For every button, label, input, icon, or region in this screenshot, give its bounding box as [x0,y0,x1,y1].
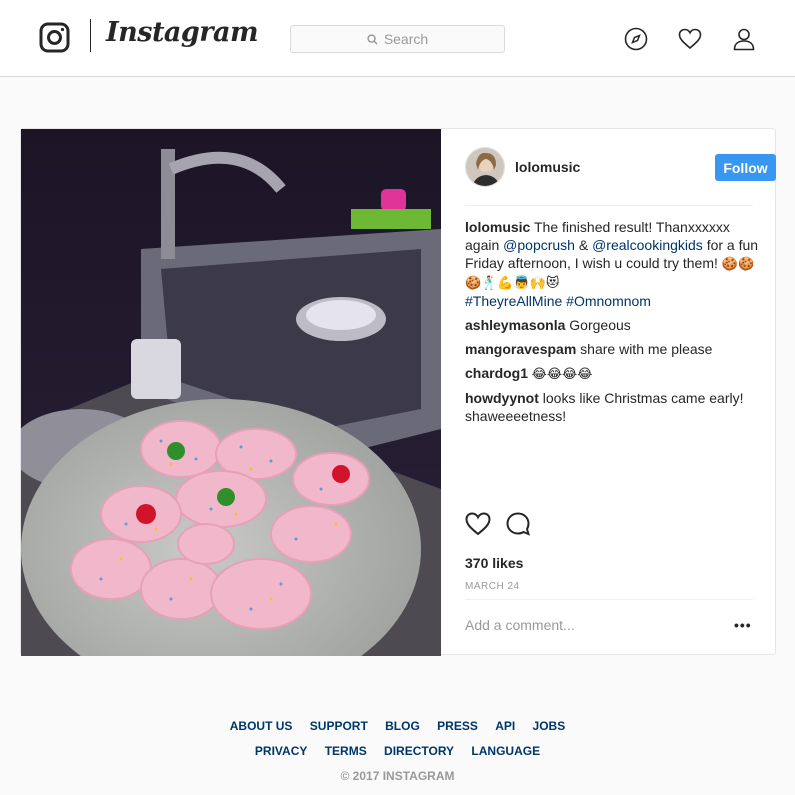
footer-link-language[interactable]: LANGUAGE [471,744,540,758]
comment-username[interactable]: howdyynot [465,390,539,406]
like-heart-icon[interactable] [465,511,491,537]
mention-link[interactable]: @realcookingkids [592,237,703,253]
footer-links-row-2: PRIVACY TERMS DIRECTORY LANGUAGE [0,744,795,758]
post-photo[interactable] [21,129,441,656]
post-header: lolomusic Follow [465,147,776,187]
profile-icon[interactable] [732,27,756,51]
search-placeholder: Search [383,31,429,47]
comment-text: 😂😂😂😂 [528,366,593,381]
add-comment-input[interactable]: Add a comment... [465,617,575,633]
comment-username[interactable]: ashleymasonla [465,317,565,333]
comment-username[interactable]: chardog1 [465,365,528,381]
post-date[interactable]: MARCH 24 [465,581,520,592]
footer-link-api[interactable]: API [495,719,515,733]
footer-link-blog[interactable]: BLOG [385,719,420,733]
comment-username[interactable]: mangoravespam [465,341,576,357]
follow-button[interactable]: Follow [715,154,776,181]
top-navigation-bar: Instagram Search [0,0,795,77]
post-card: lolomusic Follow lolomusic The finished … [20,128,777,656]
hashtag-link[interactable]: #Omnomnom [566,293,651,309]
logo-divider [90,19,91,52]
compass-icon[interactable] [624,27,648,51]
heart-icon[interactable] [678,27,702,51]
comment-item: mangoravespam share with me please [465,340,761,358]
more-options-icon[interactable]: ••• [734,617,752,633]
caption-username[interactable]: lolomusic [465,219,530,235]
caption-text: & [574,237,593,253]
divider [465,599,753,600]
footer-link-terms[interactable]: TERMS [325,744,367,758]
footer-link-press[interactable]: PRESS [437,719,478,733]
comment-item: ashleymasonla Gorgeous [465,316,761,334]
comment-text: Gorgeous [565,317,631,333]
mention-link[interactable]: @popcrush [503,237,575,253]
footer-links-row-1: ABOUT US SUPPORT BLOG PRESS API JOBS [0,719,795,733]
caption: lolomusic The finished result! Thanxxxxx… [465,218,761,310]
divider [465,205,753,206]
post-actions [465,511,753,539]
comments-list: lolomusic The finished result! Thanxxxxx… [465,218,761,431]
avatar[interactable] [465,147,505,187]
instagram-logo-icon[interactable] [39,22,70,53]
search-input[interactable]: Search [290,25,505,53]
likes-count[interactable]: 370 likes [465,555,523,571]
author-username[interactable]: lolomusic [515,159,580,175]
footer-link-directory[interactable]: DIRECTORY [384,744,454,758]
footer-link-about[interactable]: ABOUT US [230,719,293,733]
post-details-panel: lolomusic Follow lolomusic The finished … [441,129,777,656]
hashtag-link[interactable]: #TheyreAllMine [465,293,562,309]
comment-item: chardog1 😂😂😂😂 [465,364,761,383]
comment-text: share with me please [576,341,713,357]
instagram-wordmark[interactable]: Instagram [106,17,259,48]
footer-link-privacy[interactable]: PRIVACY [255,744,307,758]
copyright: © 2017 INSTAGRAM [340,769,455,783]
comment-bubble-icon[interactable] [505,511,531,537]
footer-link-jobs[interactable]: JOBS [533,719,566,733]
comment-item: howdyynot looks like Christmas came earl… [465,389,761,425]
search-icon [367,33,378,45]
cookies-photo-image [21,129,441,656]
footer-link-support[interactable]: SUPPORT [310,719,368,733]
